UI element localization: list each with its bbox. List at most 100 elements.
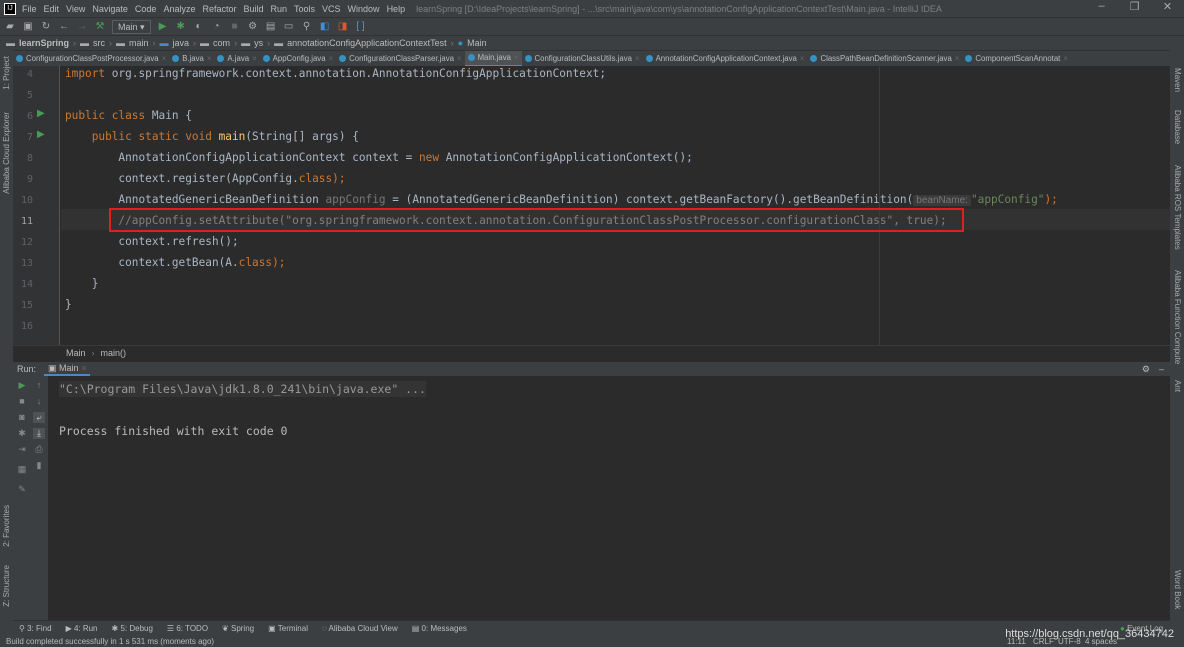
tool-alibaba-ros-templates[interactable]: Alibaba ROS Templates bbox=[1173, 165, 1182, 250]
tool-maven[interactable]: Maven bbox=[1173, 68, 1182, 92]
close-tab-icon[interactable]: × bbox=[635, 54, 640, 63]
alibaba-cloud-icon[interactable]: [ ] bbox=[355, 21, 367, 32]
menu-run[interactable]: Run bbox=[271, 4, 288, 14]
layout-icon[interactable]: ▦ bbox=[16, 464, 28, 475]
toolwindow-0-messages[interactable]: ▤ 0: Messages bbox=[412, 624, 467, 633]
parameter-hint: beanName: bbox=[913, 195, 971, 206]
camera-icon[interactable]: ◙ bbox=[16, 412, 28, 422]
save-icon[interactable]: ▣ bbox=[22, 21, 34, 32]
hide-panel-icon[interactable]: – bbox=[1159, 364, 1164, 374]
breadcrumb-item[interactable]: ys bbox=[254, 38, 263, 48]
run-main-gutter-icon[interactable]: ▶ bbox=[37, 129, 45, 140]
breadcrumb-item[interactable]: main bbox=[129, 38, 149, 48]
open-icon[interactable]: ▰ bbox=[4, 21, 16, 32]
menu-refactor[interactable]: Refactor bbox=[202, 4, 236, 14]
project-structure-icon[interactable]: ▤ bbox=[265, 21, 277, 32]
menu-file[interactable]: File bbox=[22, 4, 37, 14]
debug-bug-icon[interactable]: ✱ bbox=[16, 428, 28, 439]
sync-icon[interactable]: ↻ bbox=[40, 21, 52, 32]
print-icon[interactable]: ⎙ bbox=[33, 444, 45, 455]
menu-code[interactable]: Code bbox=[135, 4, 157, 14]
tool-structure[interactable]: Z: Structure bbox=[2, 565, 11, 607]
up-arrow-icon[interactable]: ↑ bbox=[33, 380, 45, 390]
tool-database[interactable]: Database bbox=[1173, 110, 1182, 144]
menu-build[interactable]: Build bbox=[243, 4, 263, 14]
menu-view[interactable]: View bbox=[66, 4, 85, 14]
close-tab-icon[interactable]: × bbox=[955, 54, 960, 63]
toolwindow-3-find[interactable]: ⚲ 3: Find bbox=[19, 624, 52, 633]
close-tab-icon[interactable]: × bbox=[207, 54, 212, 63]
close-tab-icon[interactable]: × bbox=[162, 54, 167, 63]
close-tab-icon[interactable]: × bbox=[457, 54, 462, 63]
list-icon: ☰ bbox=[166, 624, 177, 633]
run-icon[interactable]: ▶ bbox=[157, 21, 169, 32]
toolwindow-5-debug[interactable]: ✱ 5: Debug bbox=[112, 624, 153, 633]
run-tab[interactable]: ▣ Main × bbox=[44, 363, 91, 376]
folder-icon: ▬ bbox=[6, 38, 15, 48]
close-tab-icon[interactable]: × bbox=[329, 54, 334, 63]
maximize-button[interactable]: ❐ bbox=[1118, 0, 1151, 13]
down-arrow-icon[interactable]: ↓ bbox=[33, 396, 45, 406]
menu-analyze[interactable]: Analyze bbox=[163, 4, 195, 14]
toolwindow-alibaba-cloud-view[interactable]: ◌ Alibaba Cloud View bbox=[322, 624, 398, 633]
terminal-icon[interactable]: ▭ bbox=[283, 21, 295, 32]
tool-word-book[interactable]: Word Book bbox=[1173, 570, 1182, 609]
soft-wrap-icon[interactable]: ⤶ bbox=[33, 412, 45, 423]
back-icon[interactable]: ← bbox=[58, 21, 70, 32]
tool-alibaba-function-compute[interactable]: Alibaba Function Compute bbox=[1173, 270, 1182, 364]
stop-icon[interactable]: ■ bbox=[16, 396, 28, 406]
breadcrumb-item[interactable]: Main bbox=[467, 38, 487, 48]
menu-navigate[interactable]: Navigate bbox=[92, 4, 128, 14]
menu-window[interactable]: Window bbox=[348, 4, 380, 14]
menu-vcs[interactable]: VCS bbox=[322, 4, 341, 14]
wrench-icon[interactable]: ⚙ bbox=[247, 21, 259, 32]
rerun-icon[interactable]: ▶ bbox=[16, 380, 28, 391]
debug-icon[interactable]: ✱ bbox=[175, 21, 187, 32]
breadcrumb-item[interactable]: com bbox=[213, 38, 230, 48]
console-output[interactable]: "C:\Program Files\Java\jdk1.8.0_241\bin\… bbox=[48, 376, 1170, 620]
close-tab-icon[interactable]: × bbox=[1063, 54, 1068, 63]
breadcrumb-item[interactable]: java bbox=[173, 38, 190, 48]
breadcrumb-item[interactable]: learnSpring bbox=[19, 38, 69, 48]
exit-icon[interactable]: ⇥ bbox=[16, 444, 28, 455]
close-button[interactable]: ✕ bbox=[1151, 0, 1184, 13]
close-tab-icon[interactable]: × bbox=[252, 54, 257, 63]
trash-icon[interactable]: ▮ bbox=[33, 460, 45, 471]
search-icon[interactable]: ⚲ bbox=[301, 21, 313, 32]
translate-alt-icon[interactable]: ◨ bbox=[337, 21, 349, 32]
stop-icon[interactable]: ■ bbox=[229, 21, 241, 32]
translate-icon[interactable]: ◧ bbox=[319, 21, 331, 32]
tab-classpathbeandefinitionscanner-java[interactable]: ClassPathBeanDefinitionScanner.java × bbox=[807, 51, 962, 67]
toolwindow-terminal[interactable]: ▣ Terminal bbox=[268, 624, 308, 633]
breadcrumb-item[interactable]: annotationConfigApplicationContextTest bbox=[287, 38, 447, 48]
menu-edit[interactable]: Edit bbox=[44, 4, 60, 14]
scroll-to-end-icon[interactable]: ⤓ bbox=[33, 428, 45, 439]
breadcrumb-item[interactable]: src bbox=[93, 38, 105, 48]
tool-ant[interactable]: Ant bbox=[1173, 380, 1182, 392]
code-editor[interactable]: 4 5 6 7 8 9 10 11 12 13 14 15 16 ▶ ▶ import org.spri… bbox=[13, 66, 1170, 345]
menu-tools[interactable]: Tools bbox=[294, 4, 315, 14]
tab-annotationconfigapplicationcontext-java[interactable]: AnnotationConfigApplicationContext.java × bbox=[643, 51, 808, 67]
run-config-select[interactable]: Main ▾ bbox=[112, 19, 151, 34]
build-hammer-icon[interactable]: ⚒ bbox=[94, 21, 106, 32]
profile-icon[interactable]: ◔ bbox=[211, 21, 223, 32]
minimize-button[interactable]: – bbox=[1085, 0, 1118, 13]
crumb-class[interactable]: Main bbox=[66, 348, 86, 358]
tool-project[interactable]: 1: Project bbox=[2, 56, 11, 90]
tool-alibaba-cloud-explorer[interactable]: Alibaba Cloud Explorer bbox=[2, 112, 11, 194]
toolwindow-spring[interactable]: ❦ Spring bbox=[222, 624, 254, 633]
coverage-icon[interactable]: ◐ bbox=[193, 21, 205, 32]
close-tab-icon[interactable]: × bbox=[800, 54, 805, 63]
menu-help[interactable]: Help bbox=[387, 4, 406, 14]
crumb-method[interactable]: main() bbox=[101, 348, 127, 358]
chevron-right-icon: › bbox=[234, 38, 238, 48]
run-class-gutter-icon[interactable]: ▶ bbox=[37, 108, 45, 119]
settings-gear-icon[interactable]: ⚙ bbox=[1142, 364, 1150, 375]
toolwindow-4-run[interactable]: ▶ 4: Run bbox=[66, 624, 98, 633]
tool-favorites[interactable]: 2: Favorites bbox=[2, 505, 11, 547]
pin-icon[interactable]: ✎ bbox=[16, 484, 28, 495]
forward-icon[interactable]: → bbox=[76, 21, 88, 32]
tab-componentscanannotat[interactable]: ComponentScanAnnotat × bbox=[962, 51, 1071, 67]
toolwindow-6-todo[interactable]: ☰ 6: TODO bbox=[167, 624, 208, 633]
close-tab-icon[interactable]: × bbox=[514, 53, 519, 62]
